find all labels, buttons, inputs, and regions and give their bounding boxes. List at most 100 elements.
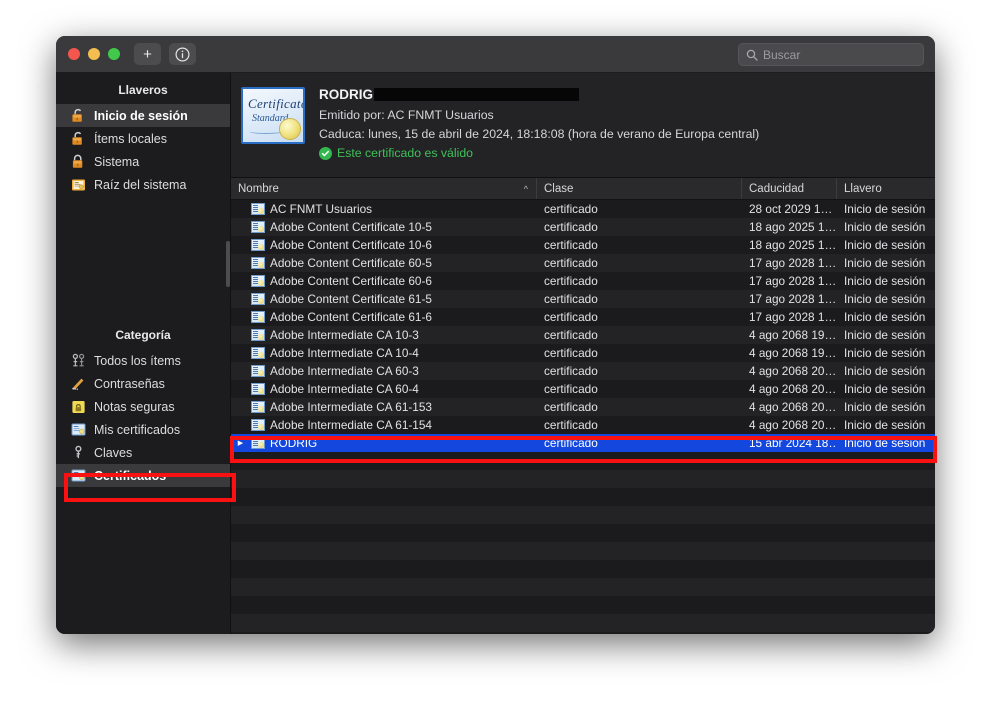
certificate-icon: [251, 383, 265, 395]
column-header-llavero[interactable]: Llavero: [837, 178, 935, 199]
keychain-access-window: + Llaveros: [56, 36, 935, 634]
row-name-label: Adobe Content Certificate 61-6: [270, 310, 432, 324]
certificate-name-row: RODRIG: [319, 86, 759, 103]
certificate-expiry: Caduca: lunes, 15 de abril de 2024, 18:1…: [319, 127, 760, 141]
sidebar-item-label: Inicio de sesión: [94, 108, 188, 123]
table-row[interactable]: ▶Adobe Intermediate CA 61-153 certificado…: [231, 398, 935, 416]
show-info-button[interactable]: [169, 43, 196, 65]
table-row[interactable]: ▶Adobe Intermediate CA 61-154 certificado…: [231, 416, 935, 434]
add-keychain-item-button[interactable]: +: [134, 43, 161, 65]
cell-clase: certificado: [544, 364, 598, 378]
sidebar-item-passwords[interactable]: Contraseñas: [56, 372, 230, 395]
cell-caducidad: 17 ago 2028 1…: [749, 292, 837, 306]
table-row[interactable]: ▶Adobe Intermediate CA 10-3 certificado 4 …: [231, 326, 935, 344]
table-row[interactable]: ▶Adobe Content Certificate 61-6 certifica…: [231, 308, 935, 326]
cell-clase: certificado: [544, 292, 598, 306]
certificate-icon: [251, 239, 265, 251]
certificate-icon: [251, 401, 265, 413]
certificate-icon: [251, 203, 265, 215]
table-empty-row: [231, 614, 935, 632]
certificate-icon: [251, 275, 265, 287]
sidebar-item-label: Notas seguras: [94, 399, 175, 414]
sidebar-item-secure-notes[interactable]: Notas seguras: [56, 395, 230, 418]
table-row[interactable]: ▶Adobe Content Certificate 60-6 certifica…: [231, 272, 935, 290]
cell-llavero: Inicio de sesión: [844, 220, 926, 234]
minimize-window-button[interactable]: [88, 48, 100, 60]
table-row[interactable]: ▶Adobe Content Certificate 10-5 certifica…: [231, 218, 935, 236]
row-name-label: RODRIG: [270, 436, 318, 450]
sidebar-item-login-keychain[interactable]: Inicio de sesión: [56, 104, 230, 127]
table-row[interactable]: ▶Adobe Intermediate CA 60-3 certificado 4 …: [231, 362, 935, 380]
info-circle-icon: [175, 46, 190, 62]
column-header-clase[interactable]: Clase: [537, 178, 742, 199]
maximize-window-button[interactable]: [108, 48, 120, 60]
cell-caducidad: 15 abr 2024 18…: [749, 436, 837, 450]
traffic-light-group: [68, 48, 120, 60]
cell-clase: certificado: [544, 310, 598, 324]
column-header-label: Nombre: [238, 182, 279, 195]
cell-caducidad: 18 ago 2025 1…: [749, 220, 837, 234]
sidebar-item-label: Sistema: [94, 154, 140, 169]
table-row[interactable]: ▶Adobe Intermediate CA 60-4 certificado 4 …: [231, 380, 935, 398]
cell-caducidad: 17 ago 2028 1…: [749, 274, 837, 288]
cell-caducidad: 4 ago 2068 20…: [749, 382, 837, 396]
row-name-label: Adobe Intermediate CA 60-3: [270, 364, 419, 378]
system-root-certificate-icon: [70, 177, 86, 193]
sidebar-item-certificates[interactable]: Certificados: [56, 464, 230, 487]
table-row[interactable]: ▶Adobe Intermediate CA 10-4 certificado 4 …: [231, 344, 935, 362]
cell-caducidad: 4 ago 2068 20…: [749, 364, 837, 378]
sidebar-item-label: Todos los ítems: [94, 353, 181, 368]
certificate-detail-text: RODRIG Emitido por: AC FNMT Usuarios Cad…: [319, 85, 759, 177]
table-row[interactable]: ▶ RODRIG certificado 15 abr 2024 18… Inicio …: [231, 434, 935, 452]
table-row[interactable]: ▶Adobe Content Certificate 10-6 certifica…: [231, 236, 935, 254]
close-window-button[interactable]: [68, 48, 80, 60]
sidebar-item-local-items[interactable]: Ítems locales: [56, 127, 230, 150]
cell-caducidad: 4 ago 2068 19…: [749, 346, 837, 360]
key-icon: [70, 445, 86, 461]
certificate-icon: [251, 311, 265, 323]
table-row[interactable]: ▶Adobe Content Certificate 60-5 certifica…: [231, 254, 935, 272]
column-header-nombre[interactable]: Nombre ^: [231, 178, 537, 199]
table-row[interactable]: ▶Adobe Content Certificate 61-5 certifica…: [231, 290, 935, 308]
cell-llavero: Inicio de sesión: [844, 436, 926, 450]
column-header-caducidad[interactable]: Caducidad: [742, 178, 837, 199]
cell-caducidad: 28 oct 2029 1…: [749, 202, 833, 216]
table-empty-row: [231, 452, 935, 470]
certificate-name: RODRIG: [319, 87, 373, 102]
row-name-label: Adobe Content Certificate 60-5: [270, 256, 432, 270]
search-field[interactable]: [738, 43, 924, 66]
all-items-keys-icon: [70, 353, 86, 369]
sidebar-item-all-items[interactable]: Todos los ítems: [56, 349, 230, 372]
sidebar-item-my-certificates[interactable]: Mis certificados: [56, 418, 230, 441]
sidebar-item-label: Certificados: [94, 468, 167, 483]
search-input[interactable]: [763, 47, 916, 62]
row-name-label: Adobe Intermediate CA 60-4: [270, 382, 419, 396]
sidebar-item-keys[interactable]: Claves: [56, 441, 230, 464]
cell-clase: certificado: [544, 328, 598, 342]
cell-caducidad: 18 ago 2025 1…: [749, 238, 837, 252]
table-row[interactable]: ▶AC FNMT Usuarios certificado 28 oct 2029 …: [231, 200, 935, 218]
cell-clase: certificado: [544, 274, 598, 288]
sidebar-scrollbar[interactable]: [226, 241, 230, 287]
cell-caducidad: 4 ago 2068 19…: [749, 328, 837, 342]
secure-note-lock-icon: [70, 399, 86, 415]
unlocked-keychain-icon: [70, 108, 86, 124]
cell-nombre: ▶Adobe Intermediate CA 61-154: [231, 418, 537, 432]
disclosure-triangle-icon[interactable]: ▶: [235, 439, 246, 447]
certificate-icon: [251, 437, 265, 449]
password-pencil-icon: [70, 376, 86, 392]
row-name-label: Adobe Intermediate CA 10-4: [270, 346, 419, 360]
cell-nombre: ▶ RODRIG: [231, 436, 537, 450]
redaction-bar: [374, 88, 579, 101]
certificate-icon: [251, 293, 265, 305]
main-pane: Certificate Standard RODRIG Emitido por:…: [231, 73, 935, 634]
table-empty-row: [231, 560, 935, 578]
sidebar-item-system[interactable]: Sistema: [56, 150, 230, 173]
sidebar-item-label: Contraseñas: [94, 376, 165, 391]
sidebar-item-system-root[interactable]: Raíz del sistema: [56, 173, 230, 196]
cell-llavero: Inicio de sesión: [844, 256, 926, 270]
cell-clase: certificado: [544, 418, 598, 432]
table-empty-row: [231, 506, 935, 524]
column-header-label: Caducidad: [749, 182, 804, 195]
window-titlebar: +: [56, 36, 935, 73]
